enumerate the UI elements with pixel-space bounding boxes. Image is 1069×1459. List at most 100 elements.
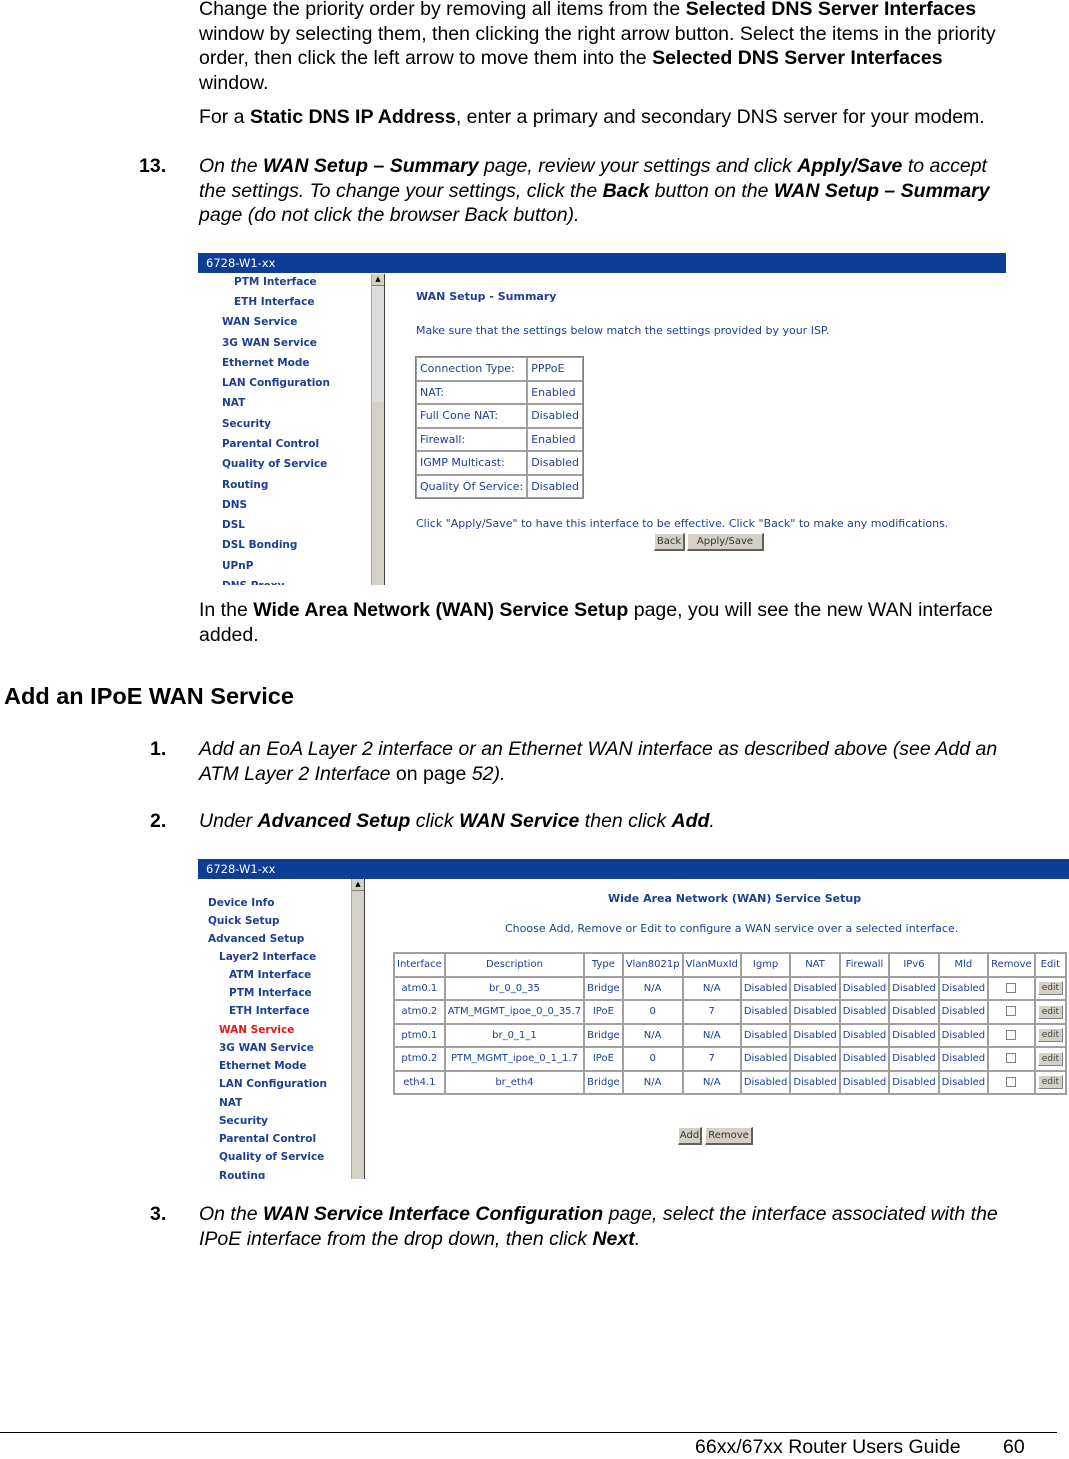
static-dns-paragraph: For a Static DNS IP Address, enter a pri… [199, 105, 985, 130]
step-number: 13. [139, 155, 167, 177]
edit-button[interactable]: edit [1037, 1051, 1063, 1066]
edit-button[interactable]: edit [1037, 1028, 1063, 1043]
table-cell: Disabled [790, 1023, 840, 1047]
table-cell: Disabled [839, 1000, 890, 1024]
column-header: IPv6 [889, 953, 939, 977]
table-cell: atm0.2 [394, 1000, 445, 1024]
table-cell: Disabled [839, 1023, 890, 1047]
nav-item[interactable]: PTM Interface [234, 276, 317, 288]
nav-item[interactable]: UPnP [222, 560, 253, 572]
table-row: ptm0.2 PTM_MGMT_ipoe_0_1_1.7 IPoE 0 7 Disable… [394, 1047, 1066, 1071]
text: , enter a primary and secondary DNS serv… [455, 106, 985, 128]
step-1-text: Add an EoA Layer 2 interface or an Ether… [199, 737, 1059, 786]
table-row: atm0.2 ATM_MGMT_ipoe_0_0_35.7 IPoE 0 7 Disabl… [394, 1000, 1066, 1024]
cross-reference-link[interactable]: ATM Layer 2 Interface [199, 763, 390, 785]
sidebar-scrollbar[interactable]: ▲ [351, 879, 365, 1179]
nav-item[interactable]: DSL [222, 519, 245, 531]
nav-item[interactable]: ETH Interface [229, 1005, 309, 1017]
edit-button[interactable]: edit [1037, 981, 1063, 996]
table-cell: Disabled [790, 1070, 840, 1094]
nav-item[interactable]: Device Info [208, 897, 274, 909]
edit-cell: edit [1034, 1000, 1066, 1024]
bold-term: Selected DNS Server Interfaces [685, 0, 977, 20]
nav-item[interactable]: Ethernet Mode [222, 357, 310, 369]
table-cell: Disabled [938, 1023, 989, 1047]
remove-cell [988, 1023, 1035, 1047]
nav-item[interactable]: Layer2 Interface [219, 951, 316, 963]
nav-item[interactable]: Ethernet Mode [219, 1060, 307, 1072]
footer-title: 66xx/67xx Router Users Guide [695, 1436, 961, 1458]
scrollbar-track[interactable] [372, 286, 384, 402]
apply-save-button[interactable]: Apply/Save [687, 533, 764, 551]
nav-item[interactable]: Routing [219, 1170, 265, 1179]
summary-label: Full Cone NAT: [416, 404, 528, 428]
nav-item[interactable]: NAT [222, 397, 245, 409]
apply-note: Click "Apply/Save" to have this interfac… [416, 517, 949, 530]
nav-item[interactable]: LAN Configuration [219, 1078, 327, 1090]
table-cell: Disabled [889, 1000, 939, 1024]
nav-item[interactable]: 3G WAN Service [219, 1042, 314, 1054]
nav-item[interactable]: Quality of Service [219, 1151, 324, 1163]
table-cell: ATM_MGMT_ipoe_0_0_35.7 [444, 1000, 585, 1024]
remove-checkbox[interactable] [1006, 982, 1017, 993]
add-button[interactable]: Add [678, 1127, 702, 1145]
nav-item[interactable]: Routing [222, 479, 268, 491]
table-cell: Disabled [839, 976, 890, 1000]
sidebar-scrollbar[interactable]: ▲ [371, 274, 385, 585]
nav-item[interactable]: Parental Control [219, 1133, 316, 1145]
nav-item[interactable]: NAT [219, 1097, 242, 1109]
scroll-up-arrow-icon[interactable]: ▲ [372, 274, 384, 286]
edit-cell: edit [1034, 976, 1066, 1000]
column-header: Igmp [740, 953, 791, 977]
nav-item[interactable]: Parental Control [222, 438, 319, 450]
nav-item[interactable]: PTM Interface [229, 987, 312, 999]
table-cell: br_0_1_1 [444, 1023, 585, 1047]
edit-button[interactable]: edit [1037, 1004, 1063, 1019]
nav-item[interactable]: Advanced Setup [208, 933, 304, 945]
bold-term: WAN Service Interface Configuration [262, 1203, 604, 1225]
nav-item[interactable]: DNS [222, 499, 247, 511]
nav-item[interactable]: 3G WAN Service [222, 337, 317, 349]
nav-item[interactable]: ATM Interface [229, 969, 311, 981]
nav-item[interactable]: WAN Service [222, 316, 297, 328]
table-cell: br_eth4 [444, 1070, 585, 1094]
nav-item[interactable]: ETH Interface [234, 296, 314, 308]
table-cell: Disabled [938, 1000, 989, 1024]
table-cell: Disabled [740, 1000, 791, 1024]
text: button on the [649, 179, 774, 202]
table-cell: Bridge [584, 1023, 623, 1047]
table-cell: Disabled [938, 976, 989, 1000]
column-header: Interface [394, 953, 445, 977]
bold-term: Selected DNS Server Interfaces [652, 47, 943, 69]
nav-item[interactable]: Security [222, 418, 271, 430]
scroll-up-arrow-icon[interactable]: ▲ [352, 879, 364, 891]
table-cell: Disabled [740, 1023, 791, 1047]
back-button[interactable]: Back [654, 533, 685, 551]
table-cell: eth4.1 [394, 1070, 445, 1094]
text: window. [199, 71, 269, 94]
nav-item[interactable]: LAN Configuration [222, 377, 330, 389]
column-header: Type [584, 953, 623, 977]
nav-item[interactable]: Security [219, 1115, 268, 1127]
remove-cell [988, 1070, 1035, 1094]
bold-term: Static DNS IP Address [249, 106, 456, 128]
nav-item[interactable]: DNS Proxy [222, 580, 284, 585]
summary-value: Enabled [527, 380, 583, 404]
remove-checkbox[interactable] [1006, 1076, 1017, 1087]
table-cell: Disabled [790, 976, 840, 1000]
remove-checkbox[interactable] [1006, 1053, 1017, 1064]
table-cell: Disabled [839, 1047, 890, 1071]
edit-button[interactable]: edit [1037, 1075, 1063, 1090]
nav-item[interactable]: DSL Bonding [222, 539, 297, 551]
table-cell: N/A [682, 1070, 741, 1094]
remove-checkbox[interactable] [1006, 1029, 1017, 1040]
nav-item[interactable]: Quick Setup [208, 915, 280, 927]
nav-item[interactable]: Quality of Service [222, 458, 327, 470]
table-row: eth4.1 br_eth4 Bridge N/A N/A Disabled Disable… [394, 1070, 1066, 1094]
step-3-text: On the WAN Service Interface Configurati… [199, 1202, 1064, 1251]
nav-item-active[interactable]: WAN Service [219, 1024, 294, 1036]
remove-checkbox[interactable] [1006, 1006, 1017, 1017]
text: Add an EoA Layer 2 interface or an Ether… [199, 738, 998, 760]
wan-added-paragraph: In the Wide Area Network (WAN) Service S… [199, 598, 1059, 647]
remove-button[interactable]: Remove [705, 1127, 753, 1145]
